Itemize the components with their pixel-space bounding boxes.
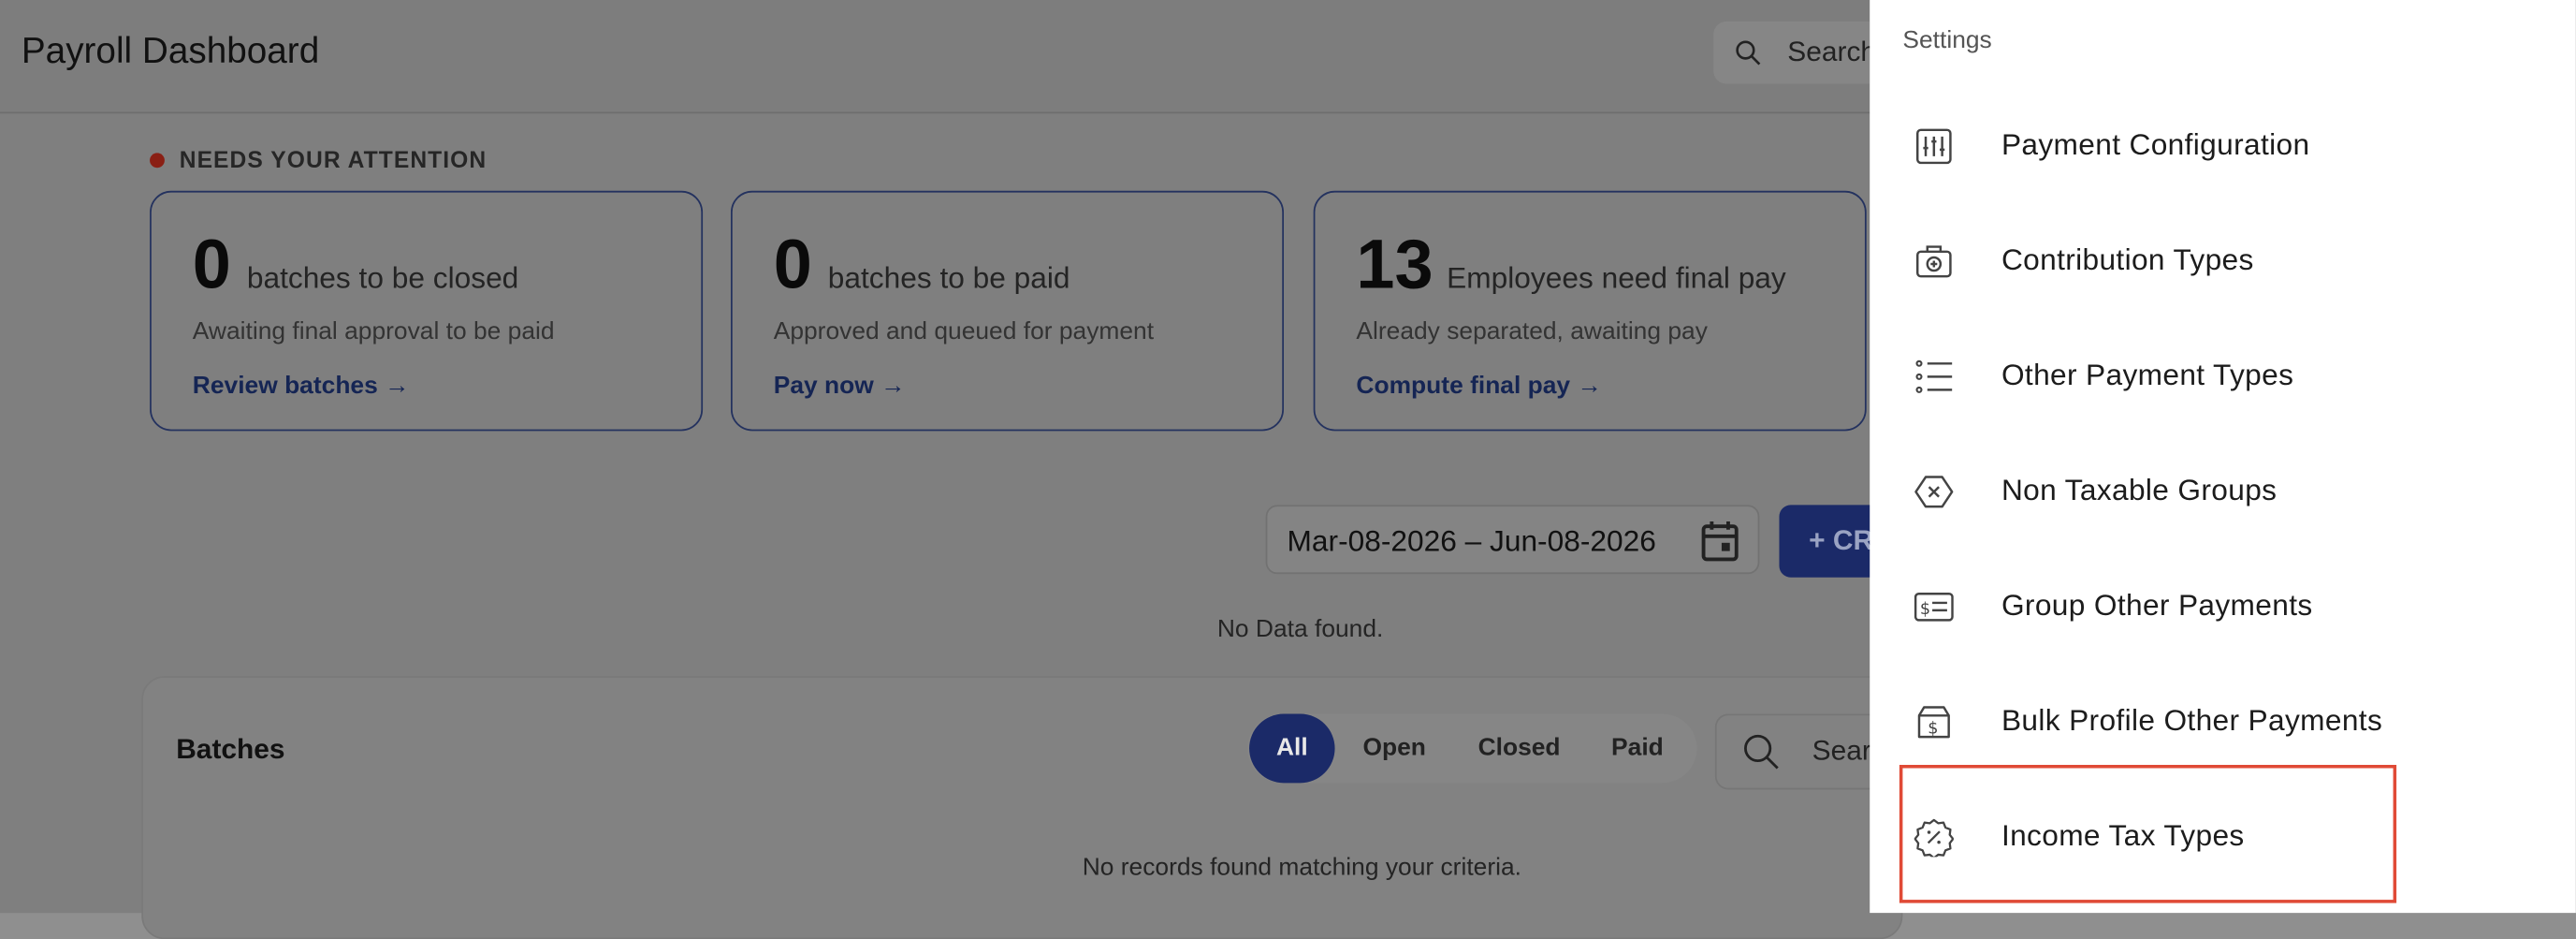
settings-item-label: Non Taxable Groups bbox=[2001, 474, 2278, 507]
dollar-card-icon: $ bbox=[1914, 593, 1954, 622]
card-count: 0 bbox=[773, 225, 812, 303]
create-batch-label: + CR bbox=[1809, 524, 1874, 556]
batches-title: Batches bbox=[176, 733, 285, 766]
card-unit: batches to be closed bbox=[246, 261, 519, 295]
date-range-value: Mar-08-2026 – Jun-08-2026 bbox=[1287, 524, 1656, 558]
highlight-box bbox=[1899, 765, 2397, 903]
calendar-icon[interactable] bbox=[1700, 520, 1739, 563]
list-icon bbox=[1915, 359, 1953, 393]
dashboard-background: Payroll Dashboard Search NEEDS YOUR ATTE… bbox=[0, 0, 1933, 939]
card-unit: Employees need final pay bbox=[1447, 261, 1786, 295]
attention-section-header: NEEDS YOUR ATTENTION bbox=[150, 146, 487, 172]
settings-item-label: Other Payment Types bbox=[2001, 359, 2294, 392]
settings-item-other-payment-types[interactable]: Other Payment Types bbox=[1870, 326, 2576, 424]
settings-item-non-taxable-groups[interactable]: Non Taxable Groups bbox=[1870, 441, 2576, 539]
card-unit: batches to be paid bbox=[827, 261, 1070, 295]
batch-filter-tabs: All Open Closed Paid bbox=[1247, 713, 1697, 784]
card-count: 13 bbox=[1356, 225, 1434, 303]
search-placeholder: Search bbox=[1787, 36, 1877, 68]
filter-paid[interactable]: Paid bbox=[1611, 714, 1664, 784]
filter-open[interactable]: Open bbox=[1362, 714, 1425, 784]
medical-kit-icon bbox=[1916, 245, 1952, 278]
settings-item-bulk-profile-other-payments[interactable]: $ Bulk Profile Other Payments bbox=[1870, 671, 2576, 770]
drawer-title: Settings bbox=[1902, 26, 1992, 54]
card-count: 0 bbox=[192, 225, 231, 303]
page-title: Payroll Dashboard bbox=[21, 29, 320, 71]
batches-panel: Batches All Open Closed Paid Sear No rec… bbox=[141, 676, 1933, 939]
review-batches-link[interactable]: Review batches → bbox=[193, 372, 410, 400]
search-placeholder: Sear bbox=[1812, 735, 1871, 767]
settings-item-payment-configuration[interactable]: Payment Configuration bbox=[1870, 95, 2576, 194]
card-subtitle: Already separated, awaiting pay bbox=[1356, 317, 1708, 345]
settings-item-label: Group Other Payments bbox=[2001, 589, 2313, 623]
date-range-picker[interactable]: Mar-08-2026 – Jun-08-2026 bbox=[1265, 505, 1760, 575]
compute-final-pay-link[interactable]: Compute final pay → bbox=[1356, 372, 1601, 400]
settings-item-label: Bulk Profile Other Payments bbox=[2001, 703, 2383, 738]
alert-dot-icon bbox=[150, 152, 165, 168]
settings-item-label: Contribution Types bbox=[2001, 243, 2254, 277]
search-icon bbox=[1744, 734, 1779, 770]
filter-closed[interactable]: Closed bbox=[1478, 714, 1561, 784]
settings-item-label: Payment Configuration bbox=[2001, 128, 2310, 162]
card-subtitle: Awaiting final approval to be paid bbox=[192, 317, 555, 345]
attention-card-pay: 0 batches to be paid Approved and queued… bbox=[730, 190, 1285, 432]
settings-item-group-other-payments[interactable]: $ Group Other Payments bbox=[1870, 556, 2576, 654]
card-subtitle: Approved and queued for payment bbox=[773, 317, 1155, 345]
top-bar: Payroll Dashboard Search bbox=[0, 0, 1928, 114]
filter-all[interactable]: All bbox=[1249, 713, 1335, 784]
pay-now-link[interactable]: Pay now → bbox=[774, 372, 906, 400]
svg-text:$: $ bbox=[1928, 720, 1938, 739]
search-icon bbox=[1736, 40, 1761, 66]
attention-card-final-pay: 13 Employees need final pay Already sepa… bbox=[1313, 190, 1867, 432]
settings-drawer: Settings Payment Configuration Contribut… bbox=[1870, 0, 2576, 914]
dollar-box-icon: $ bbox=[1917, 706, 1950, 739]
hexagon-x-icon bbox=[1914, 476, 1954, 508]
svg-text:$: $ bbox=[1920, 600, 1930, 619]
attention-card-close: 0 batches to be closed Awaiting final ap… bbox=[150, 190, 704, 432]
settings-item-contribution-types[interactable]: Contribution Types bbox=[1870, 211, 2576, 309]
attention-label: NEEDS YOUR ATTENTION bbox=[179, 146, 488, 173]
sliders-icon bbox=[1916, 128, 1952, 165]
